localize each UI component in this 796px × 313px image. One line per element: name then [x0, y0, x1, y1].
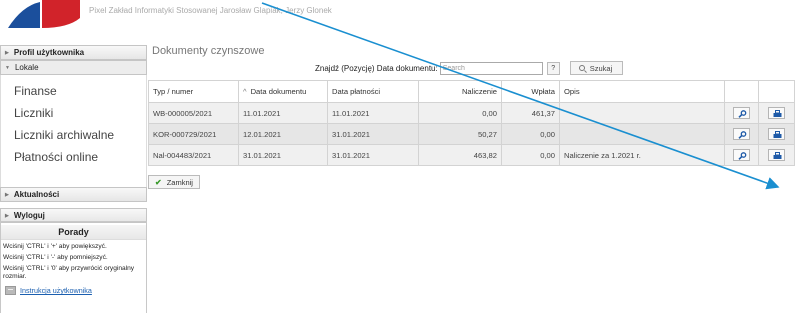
- sidebar-section-profile[interactable]: ▶ Profil użytkownika: [0, 45, 147, 60]
- company-name: Pixel Zakład Informatyki Stosowanej Jaro…: [89, 6, 332, 15]
- print-button[interactable]: [768, 128, 785, 140]
- chevron-right-icon: ▶: [5, 49, 9, 56]
- column-header-due[interactable]: Data płatności: [327, 80, 419, 103]
- cell-desc: Naliczenie za 1.2021 r.: [559, 144, 725, 166]
- cell-due: 11.01.2021: [327, 102, 419, 124]
- table-row: WB-000005/2021 11.01.2021 11.01.2021 0,0…: [148, 102, 795, 124]
- search-icon: [578, 65, 585, 71]
- column-header-action-2: [758, 80, 795, 103]
- table-row: KOR-000729/2021 12.01.2021 31.01.2021 50…: [148, 123, 795, 145]
- details-button[interactable]: [733, 149, 750, 161]
- tips-title: Porady: [1, 225, 146, 240]
- cell-charge: 0,00: [418, 102, 502, 124]
- manual-link[interactable]: Instrukcja użytkownika: [20, 286, 92, 295]
- column-header-payment[interactable]: Wpłata: [501, 80, 560, 103]
- close-button[interactable]: ✔ Zamknij: [148, 175, 200, 189]
- print-button[interactable]: [768, 149, 785, 161]
- search-input[interactable]: [439, 61, 543, 75]
- sidebar-section-label: Aktualności: [13, 190, 60, 199]
- tip-zoom-reset: Wciśnij 'CTRL' i '0' aby przywrócić oryg…: [3, 265, 135, 280]
- cell-payment: 461,37: [501, 102, 560, 124]
- check-icon: ✔: [155, 177, 162, 187]
- table-header-row: Typ / numer ^ Data dokumentu Data płatnoś…: [148, 80, 795, 103]
- cell-desc: [559, 123, 725, 145]
- chevron-down-icon: ▼: [5, 64, 10, 71]
- sidebar-item-liczniki[interactable]: Liczniki: [1, 102, 146, 124]
- search-button-label: Szukaj: [589, 63, 613, 73]
- search-button[interactable]: Szukaj: [569, 61, 624, 75]
- cell-type: Nal-004483/2021: [148, 144, 239, 166]
- search-bar: Znajdź (Pozycję) Data dokumentu: ? Szuka…: [315, 61, 624, 75]
- sidebar-section-label: Wyloguj: [13, 211, 45, 220]
- table-row: Nal-004483/2021 31.01.2021 31.01.2021 46…: [148, 144, 795, 166]
- printer-icon: [773, 131, 782, 138]
- details-button[interactable]: [733, 107, 750, 119]
- printer-icon: [773, 152, 782, 159]
- company-logo: [8, 0, 80, 28]
- cell-due: 31.01.2021: [327, 144, 419, 166]
- lokale-menu: Finanse Liczniki Liczniki archiwalne Pła…: [0, 75, 147, 187]
- cell-date: 31.01.2021: [238, 144, 328, 166]
- column-header-date[interactable]: ^ Data dokumentu: [238, 80, 328, 103]
- cell-type: KOR-000729/2021: [148, 123, 239, 145]
- sidebar-item-liczniki-archiwalne[interactable]: Liczniki archiwalne: [1, 124, 146, 146]
- sidebar-section-news[interactable]: ▶ Aktualności: [0, 187, 147, 202]
- tip-zoom-out: Wciśnij 'CTRL' i '-' aby pomniejszyć.: [3, 254, 108, 261]
- sidebar-section-lokale[interactable]: ▼ Lokale: [0, 60, 147, 75]
- column-header-charge[interactable]: Naliczenie: [418, 80, 502, 103]
- tip-zoom-in: Wciśnij 'CTRL' i '+' aby powiększyć.: [3, 243, 107, 250]
- cell-desc: [559, 102, 725, 124]
- column-header-label: Data dokumentu: [250, 87, 307, 96]
- details-button[interactable]: [733, 128, 750, 140]
- cell-payment: 0,00: [501, 123, 560, 145]
- sidebar-item-finanse[interactable]: Finanse: [1, 80, 146, 102]
- cell-date: 11.01.2021: [238, 102, 328, 124]
- help-button[interactable]: ?: [546, 61, 560, 75]
- magnifier-icon: [738, 131, 747, 139]
- sidebar-item-platnosci-online[interactable]: Płatności online: [1, 146, 146, 168]
- manual-row: Instrukcja użytkownika: [1, 286, 146, 295]
- documents-table: Typ / numer ^ Data dokumentu Data płatnoś…: [148, 80, 795, 166]
- document-icon: [5, 286, 16, 295]
- cell-due: 31.01.2021: [327, 123, 419, 145]
- search-label: Znajdź (Pozycję) Data dokumentu:: [315, 63, 438, 73]
- column-header-action-1: [724, 80, 759, 103]
- cell-type: WB-000005/2021: [148, 102, 239, 124]
- column-header-desc[interactable]: Opis: [559, 80, 725, 103]
- magnifier-icon: [738, 152, 747, 160]
- tips-panel: Porady Wciśnij 'CTRL' i '+' aby powiększ…: [0, 221, 147, 313]
- chevron-right-icon: ▶: [5, 191, 9, 198]
- sidebar: ▶ Profil użytkownika ▼ Lokale Finanse Li…: [0, 45, 147, 223]
- cell-charge: 463,82: [418, 144, 502, 166]
- close-button-label: Zamknij: [166, 177, 193, 187]
- cell-date: 12.01.2021: [238, 123, 328, 145]
- sort-asc-icon: ^: [243, 87, 247, 96]
- magnifier-icon: [738, 110, 747, 118]
- sidebar-section-label: Lokale: [14, 63, 39, 72]
- cell-charge: 50,27: [418, 123, 502, 145]
- page-title: Dokumenty czynszowe: [152, 45, 265, 57]
- printer-icon: [773, 110, 782, 117]
- sidebar-section-label: Profil użytkownika: [13, 48, 85, 57]
- chevron-right-icon: ▶: [5, 212, 9, 219]
- column-header-type[interactable]: Typ / numer: [148, 80, 239, 103]
- cell-payment: 0,00: [501, 144, 560, 166]
- print-button[interactable]: [768, 107, 785, 119]
